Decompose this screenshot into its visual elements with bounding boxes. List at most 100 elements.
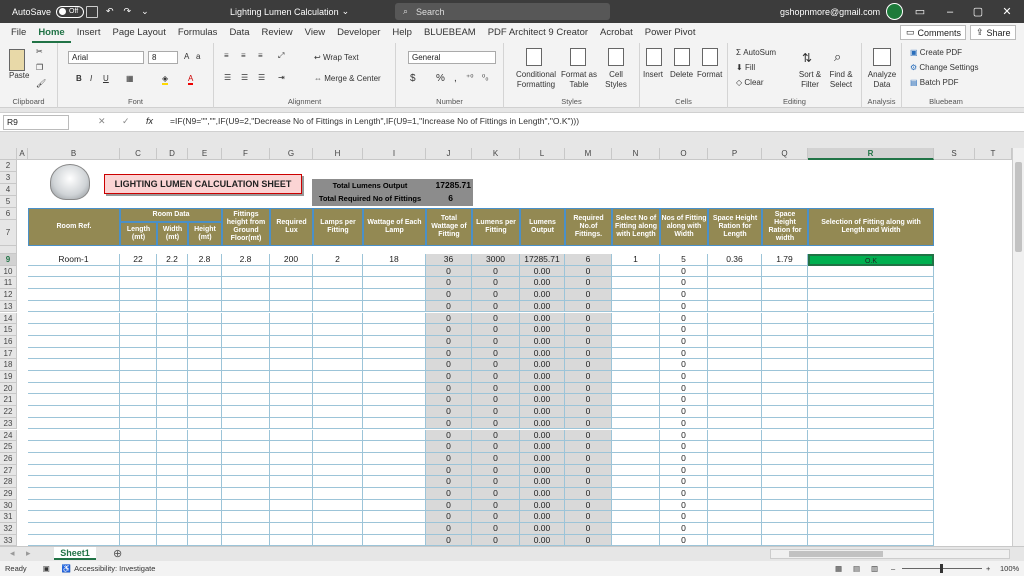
- cell[interactable]: [222, 499, 270, 512]
- zoom-level[interactable]: 100%: [1000, 564, 1019, 573]
- cell-required-fittings[interactable]: 0: [565, 534, 612, 546]
- cell-lumens-output[interactable]: 0.00: [520, 394, 565, 407]
- cell[interactable]: [708, 289, 762, 301]
- cell-lumens-per-fitting[interactable]: 0: [472, 417, 520, 430]
- cell[interactable]: [612, 382, 660, 395]
- cell-lumens-per-fitting[interactable]: 0: [472, 347, 520, 360]
- cell[interactable]: [612, 371, 660, 383]
- avatar[interactable]: [886, 3, 904, 20]
- tab-page-layout[interactable]: Page Layout: [106, 23, 171, 43]
- customize-qat-icon[interactable]: ⌄: [141, 6, 149, 17]
- cell[interactable]: [157, 523, 188, 535]
- row-header-28[interactable]: 28: [0, 476, 17, 488]
- cell[interactable]: [157, 511, 188, 524]
- cell[interactable]: [188, 499, 222, 512]
- cell[interactable]: [313, 534, 363, 546]
- cell[interactable]: [120, 429, 157, 442]
- cell[interactable]: [808, 335, 934, 348]
- cell[interactable]: [708, 429, 762, 442]
- cell[interactable]: [270, 534, 313, 546]
- cell-required-fittings[interactable]: 0: [565, 499, 612, 512]
- cell[interactable]: [270, 359, 313, 371]
- cell[interactable]: [120, 488, 157, 500]
- cell[interactable]: [157, 476, 188, 488]
- save-icon[interactable]: [86, 5, 98, 18]
- copy-icon[interactable]: ❐: [36, 63, 43, 72]
- cell-required-fittings[interactable]: 0: [565, 488, 612, 500]
- cell[interactable]: [188, 335, 222, 348]
- cell-nos-width[interactable]: 0: [660, 534, 708, 546]
- column-header-f[interactable]: F: [222, 148, 270, 160]
- cell-lumens-output[interactable]: 0.00: [520, 441, 565, 453]
- vertical-scroll-thumb[interactable]: [1015, 162, 1022, 252]
- cell-required-fittings[interactable]: 0: [565, 511, 612, 524]
- cell[interactable]: [270, 429, 313, 442]
- cell-required-fittings[interactable]: 0: [565, 359, 612, 371]
- insert-cells-button[interactable]: Insert: [643, 70, 663, 79]
- cell[interactable]: [808, 324, 934, 336]
- cell[interactable]: [222, 324, 270, 336]
- cell[interactable]: [708, 417, 762, 430]
- cell[interactable]: [120, 359, 157, 371]
- cell[interactable]: [188, 382, 222, 395]
- cell[interactable]: [762, 452, 808, 465]
- cell[interactable]: [270, 335, 313, 348]
- cell-lumens-output[interactable]: 0.00: [520, 382, 565, 395]
- cell-total-wattage[interactable]: 0: [426, 335, 472, 348]
- cell[interactable]: [222, 523, 270, 535]
- prev-sheet-icon[interactable]: ◂: [10, 548, 15, 559]
- column-header-a[interactable]: A: [17, 148, 28, 160]
- cell[interactable]: [313, 441, 363, 453]
- cell[interactable]: [270, 511, 313, 524]
- cell[interactable]: [808, 406, 934, 418]
- cell-lumens-per-fitting[interactable]: 0: [472, 335, 520, 348]
- cell[interactable]: [762, 499, 808, 512]
- cell-lumens-per-fitting[interactable]: 0: [472, 277, 520, 290]
- document-title[interactable]: Lighting Lumen Calculation ⌄: [230, 0, 349, 23]
- cell[interactable]: [808, 277, 934, 290]
- column-header-g[interactable]: G: [270, 148, 313, 160]
- cell[interactable]: [28, 289, 120, 301]
- cell[interactable]: [708, 300, 762, 313]
- currency-button[interactable]: $: [410, 73, 416, 84]
- cell[interactable]: [708, 534, 762, 546]
- cell[interactable]: [808, 300, 934, 313]
- cell[interactable]: [157, 300, 188, 313]
- cell[interactable]: [120, 371, 157, 383]
- column-header-e[interactable]: E: [188, 148, 222, 160]
- cell[interactable]: [28, 534, 120, 546]
- cell[interactable]: [762, 488, 808, 500]
- cell-lumens-output[interactable]: 0.00: [520, 417, 565, 430]
- cell[interactable]: [222, 382, 270, 395]
- cell[interactable]: [313, 324, 363, 336]
- cell[interactable]: [120, 277, 157, 290]
- cell[interactable]: [157, 488, 188, 500]
- row-header-5[interactable]: 5: [0, 196, 17, 208]
- cell-total-wattage[interactable]: 0: [426, 417, 472, 430]
- tab-view[interactable]: View: [299, 23, 331, 43]
- comments-button[interactable]: ▭ Comments: [900, 25, 966, 40]
- cell[interactable]: [708, 312, 762, 325]
- row-header-23[interactable]: 23: [0, 417, 17, 430]
- delete-cells-button[interactable]: Delete: [670, 70, 693, 79]
- align-left-icon[interactable]: ☰: [224, 73, 231, 82]
- cell[interactable]: [363, 359, 426, 371]
- cell-required-fittings[interactable]: 0: [565, 289, 612, 301]
- cell[interactable]: [363, 265, 426, 278]
- zoom-in-icon[interactable]: +: [986, 564, 990, 573]
- cell[interactable]: [188, 488, 222, 500]
- cell-r9-status[interactable]: O.K: [808, 254, 934, 266]
- cell[interactable]: [762, 382, 808, 395]
- cell[interactable]: [363, 335, 426, 348]
- cell[interactable]: [28, 394, 120, 407]
- cell-lumens-output[interactable]: 0.00: [520, 488, 565, 500]
- find-select-button[interactable]: Find & Select: [826, 70, 856, 90]
- cell-lumens-output[interactable]: 0.00: [520, 499, 565, 512]
- zoom-out-icon[interactable]: –: [891, 564, 895, 573]
- cell[interactable]: [157, 394, 188, 407]
- cell-lumens-output[interactable]: 0.00: [520, 265, 565, 278]
- cell-lumens-output[interactable]: 0.00: [520, 371, 565, 383]
- cell[interactable]: [708, 394, 762, 407]
- align-right-icon[interactable]: ☰: [258, 73, 265, 82]
- cell-total-wattage[interactable]: 0: [426, 511, 472, 524]
